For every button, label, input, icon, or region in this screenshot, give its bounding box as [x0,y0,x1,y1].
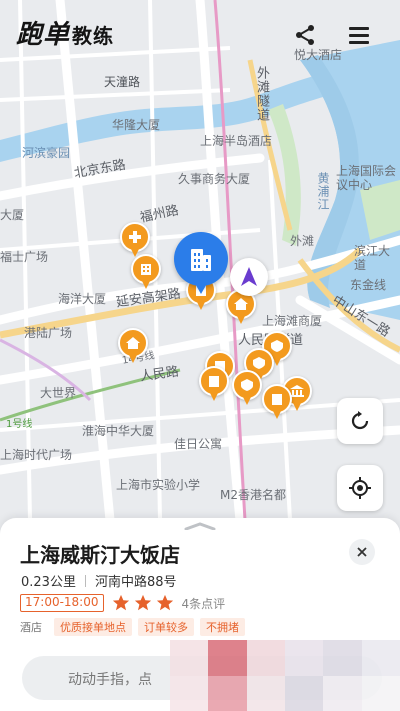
refresh-button[interactable] [337,398,383,444]
hours-badge: 17:00-18:00 [20,594,104,612]
map-label: 滨江大道 [354,244,391,272]
menu-button[interactable] [346,22,372,48]
review-count[interactable]: 4条点评 [182,595,226,612]
close-icon [357,547,367,557]
tag-list: 酒店 优质接单地点 订单较多 不拥堵 [20,618,245,636]
current-location-marker [230,258,268,296]
poi-pin[interactable] [118,328,148,366]
selected-hotel-pin[interactable] [174,232,228,298]
distance: 0.23公里 [21,575,76,590]
map-label: 大厦 [0,208,25,222]
map-label: 上海时代广场 [0,448,73,462]
shield-icon [253,357,265,369]
poi-pin[interactable] [131,254,161,292]
app-logo: 跑单 教练 [16,20,115,50]
share-button[interactable] [292,22,318,48]
poi-pin[interactable] [232,370,262,408]
close-button[interactable] [349,539,375,565]
top-bar: 跑单 教练 [0,0,400,60]
star-icon [156,594,173,611]
tag: 优质接单地点 [54,618,132,636]
star-rating [112,594,174,612]
map-label: 上海滩商厦 [262,314,323,328]
home-icon [126,337,140,349]
building-icon [209,376,219,387]
pixelated-overlay [170,640,400,711]
poi-pin[interactable] [262,384,292,422]
plus-icon [129,231,141,243]
tag: 不拥堵 [200,618,245,636]
map-label: 上海国际会议中心 [336,164,397,192]
address: 河南中路88号 [94,575,177,590]
shield-icon [241,379,253,391]
map-label: 天潼路 [104,75,141,89]
building-icon [272,394,282,405]
map-label: 1号线 [6,419,33,430]
divider [84,574,86,587]
slide-label: 动动手指，点 [68,672,152,688]
map-label: 黄浦江 [316,172,330,211]
map-label: 河滨豪园 [22,146,71,160]
place-title: 上海威斯汀大饭店 [20,543,180,567]
poi-pin[interactable] [199,366,229,404]
map-label: M2香港名都 [220,488,286,502]
locate-button[interactable] [337,465,383,511]
map-label: 华隆大厦 [112,118,161,132]
locate-icon [349,477,371,499]
share-icon [296,25,314,45]
map-label: 福士广场 [0,250,49,264]
map-label: 久事商务大厦 [178,172,251,186]
star-icon [134,594,151,611]
place-meta: 0.23公里 河南中路88号 [21,571,177,590]
building-icon [191,249,211,271]
star-icon [112,594,129,611]
menu-icon [349,27,369,44]
map-label: 外滩隧道 [254,66,269,122]
navigation-arrow-icon [241,267,257,286]
map-label: 上海半岛酒店 [200,134,273,148]
map-label: 大世界 [40,386,77,400]
rating-row: 17:00-18:00 4条点评 [20,593,225,613]
sheet-handle-icon[interactable] [184,522,216,530]
map-label: 上海市实验小学 [116,478,201,492]
map-label: 外滩 [290,234,315,248]
building-icon [141,264,151,275]
map-label: 佳日公寓 [174,437,223,451]
category-label: 酒店 [20,621,42,634]
refresh-icon [351,411,369,430]
map-label: 东金线 [350,278,387,292]
tag: 订单较多 [138,618,194,636]
map-label: 港陆广场 [24,326,73,340]
home-icon [234,298,248,310]
map-label: 淮海中华大厦 [82,424,155,438]
map-label: 海洋大厦 [58,292,107,306]
